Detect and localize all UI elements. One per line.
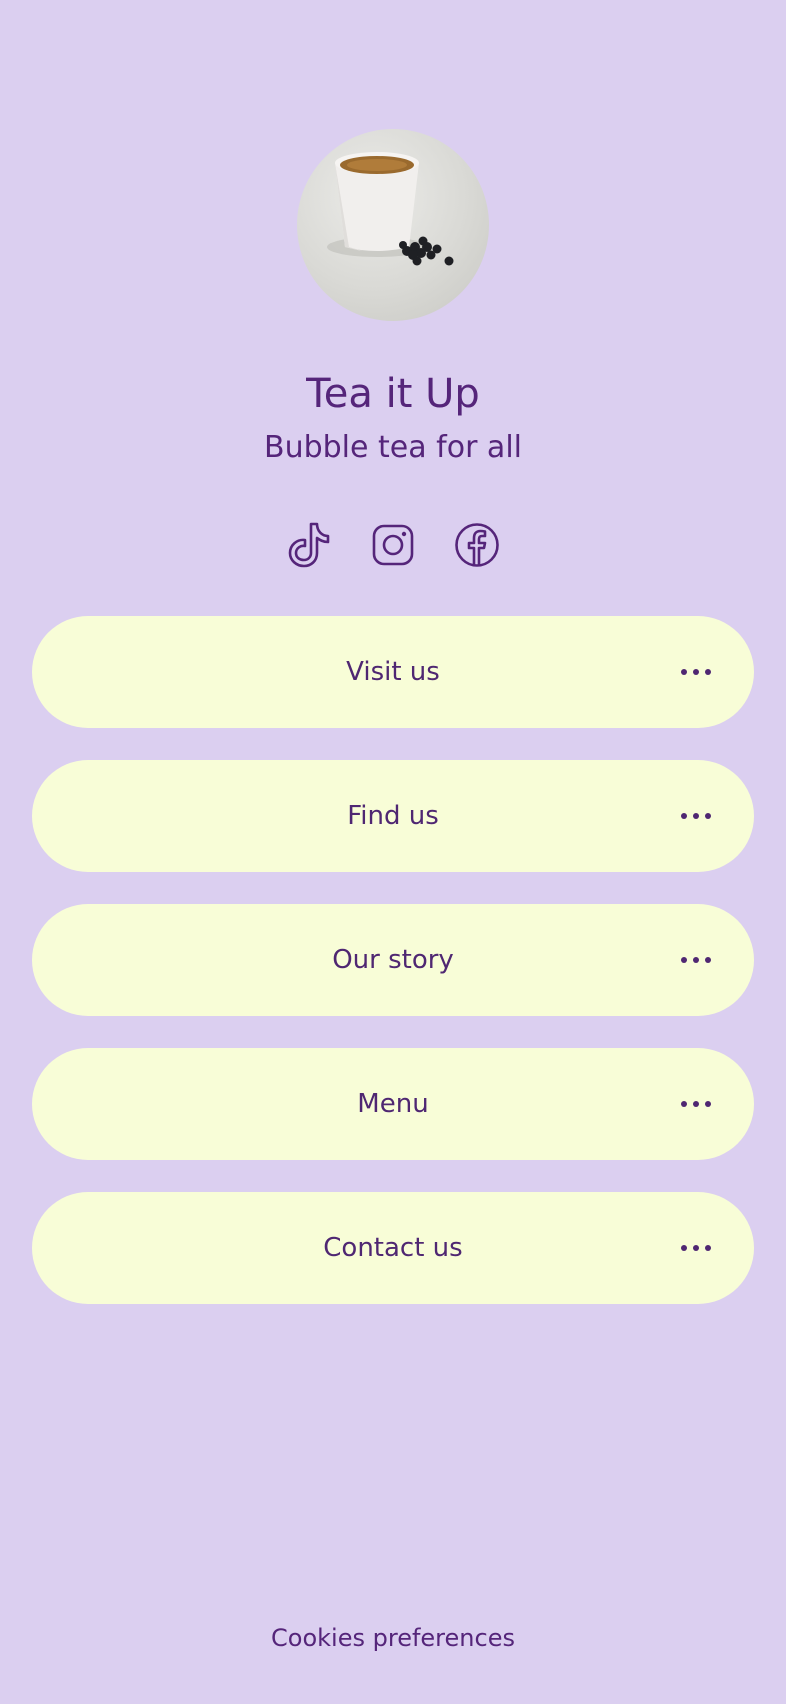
tea-cup-photo [327, 152, 454, 266]
more-dot [705, 1101, 711, 1107]
more-dot [693, 813, 699, 819]
cookies-preferences-link[interactable]: Cookies preferences [0, 1624, 786, 1652]
link-label: Find us [347, 801, 439, 831]
facebook-icon [455, 523, 499, 567]
more-options-button[interactable] [674, 1226, 718, 1270]
link-button-contact-us[interactable]: Contact us [32, 1192, 754, 1304]
more-dot [693, 669, 699, 675]
more-dot [705, 669, 711, 675]
link-label: Contact us [323, 1233, 463, 1263]
more-dots-icon [681, 957, 687, 963]
more-dots-icon [681, 1101, 687, 1107]
more-dot [705, 813, 711, 819]
link-label: Our story [332, 945, 454, 975]
tiktok-link[interactable] [284, 518, 334, 572]
link-list: Visit us Find us Our story Menu Contact … [32, 616, 754, 1336]
more-dots-icon [681, 813, 687, 819]
link-button-our-story[interactable]: Our story [32, 904, 754, 1016]
facebook-link[interactable] [452, 518, 502, 572]
profile-subtitle: Bubble tea for all [264, 430, 522, 465]
profile-title: Tea it Up [306, 371, 480, 417]
instagram-link[interactable] [368, 518, 418, 572]
link-label: Menu [357, 1089, 429, 1119]
more-dots-icon [681, 669, 687, 675]
more-options-button[interactable] [674, 1082, 718, 1126]
link-button-menu[interactable]: Menu [32, 1048, 754, 1160]
link-button-visit-us[interactable]: Visit us [32, 616, 754, 728]
profile-avatar [297, 129, 489, 321]
more-dot [705, 957, 711, 963]
more-options-button[interactable] [674, 650, 718, 694]
more-dot [693, 1245, 699, 1251]
link-page: Tea it Up Bubble tea for all Visit us Fi… [0, 0, 786, 1704]
more-dot [693, 957, 699, 963]
more-dot [705, 1245, 711, 1251]
tiktok-icon [288, 522, 330, 568]
more-options-button[interactable] [674, 938, 718, 982]
link-label: Visit us [346, 657, 440, 687]
more-dots-icon [681, 1245, 687, 1251]
more-options-button[interactable] [674, 794, 718, 838]
instagram-icon [372, 524, 414, 566]
social-links [0, 518, 786, 572]
more-dot [693, 1101, 699, 1107]
link-button-find-us[interactable]: Find us [32, 760, 754, 872]
